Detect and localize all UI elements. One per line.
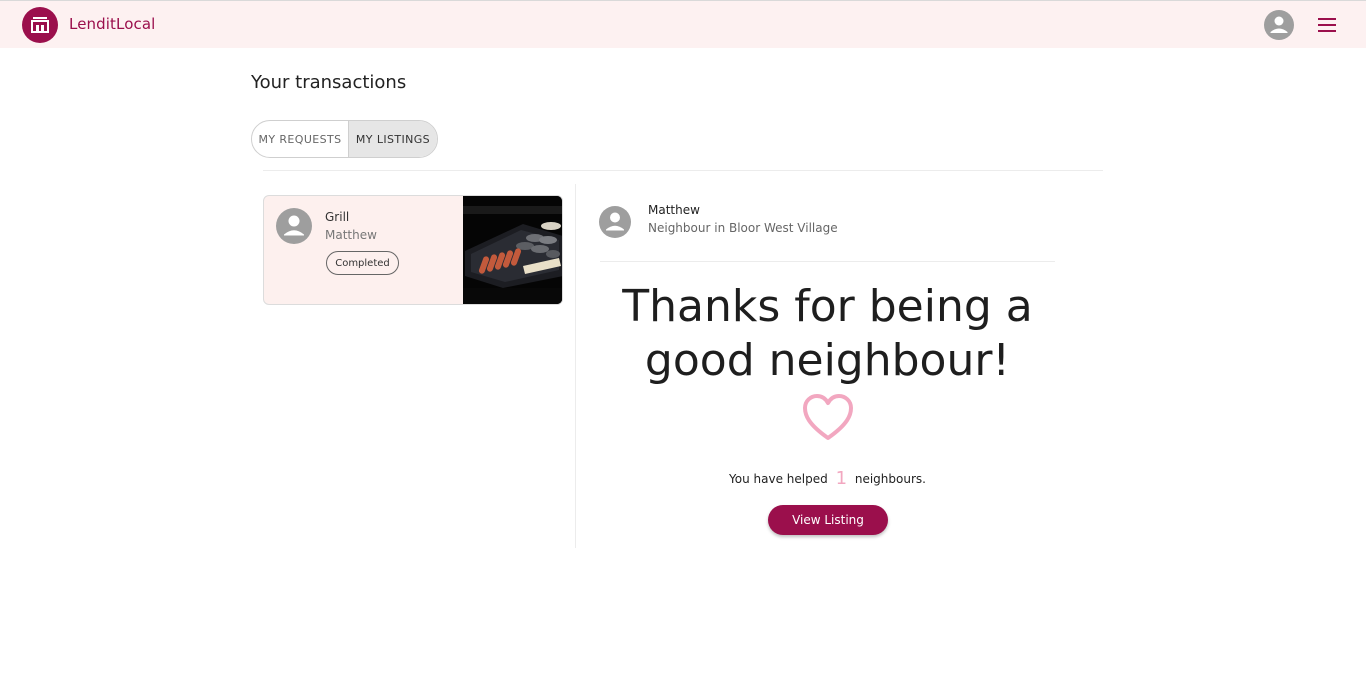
view-listing-button[interactable]: View Listing xyxy=(768,505,888,535)
page-title: Your transactions xyxy=(251,72,407,93)
helped-suffix: neighbours. xyxy=(854,472,926,486)
app-bar: LenditLocal xyxy=(0,0,1366,48)
transaction-card[interactable]: Grill Matthew Completed xyxy=(263,195,563,305)
status-badge: Completed xyxy=(326,251,399,275)
headline-line-2: good neighbour! xyxy=(644,335,1011,386)
helped-count-text: You have helped 1 neighbours. xyxy=(600,468,1055,489)
helped-prefix: You have helped xyxy=(729,472,828,486)
divider xyxy=(600,261,1055,262)
thank-you-headline: Thanks for being a good neighbour! xyxy=(600,280,1055,388)
transaction-item-name: Grill xyxy=(325,210,350,224)
tab-my-requests[interactable]: MY REQUESTS xyxy=(252,121,349,157)
helped-count: 1 xyxy=(835,468,848,489)
vertical-divider xyxy=(575,184,576,548)
lender-location: Neighbour in Bloor West Village xyxy=(648,221,838,235)
transaction-owner: Matthew xyxy=(325,228,377,242)
account-circle-icon[interactable] xyxy=(1264,10,1294,40)
heart-outline-icon xyxy=(803,394,853,440)
account-circle-icon xyxy=(599,206,631,238)
transaction-type-toggle: MY REQUESTS MY LISTINGS xyxy=(251,120,438,158)
grill-photo xyxy=(463,196,562,304)
lender-name: Matthew xyxy=(648,203,700,217)
tab-my-listings[interactable]: MY LISTINGS xyxy=(349,121,437,157)
store-icon xyxy=(31,17,49,33)
account-circle-icon xyxy=(276,208,312,244)
logo[interactable] xyxy=(22,7,58,43)
divider xyxy=(263,170,1103,171)
hamburger-menu-icon[interactable] xyxy=(1315,13,1339,37)
headline-line-1: Thanks for being a xyxy=(622,281,1033,332)
brand-name[interactable]: LenditLocal xyxy=(69,15,155,33)
